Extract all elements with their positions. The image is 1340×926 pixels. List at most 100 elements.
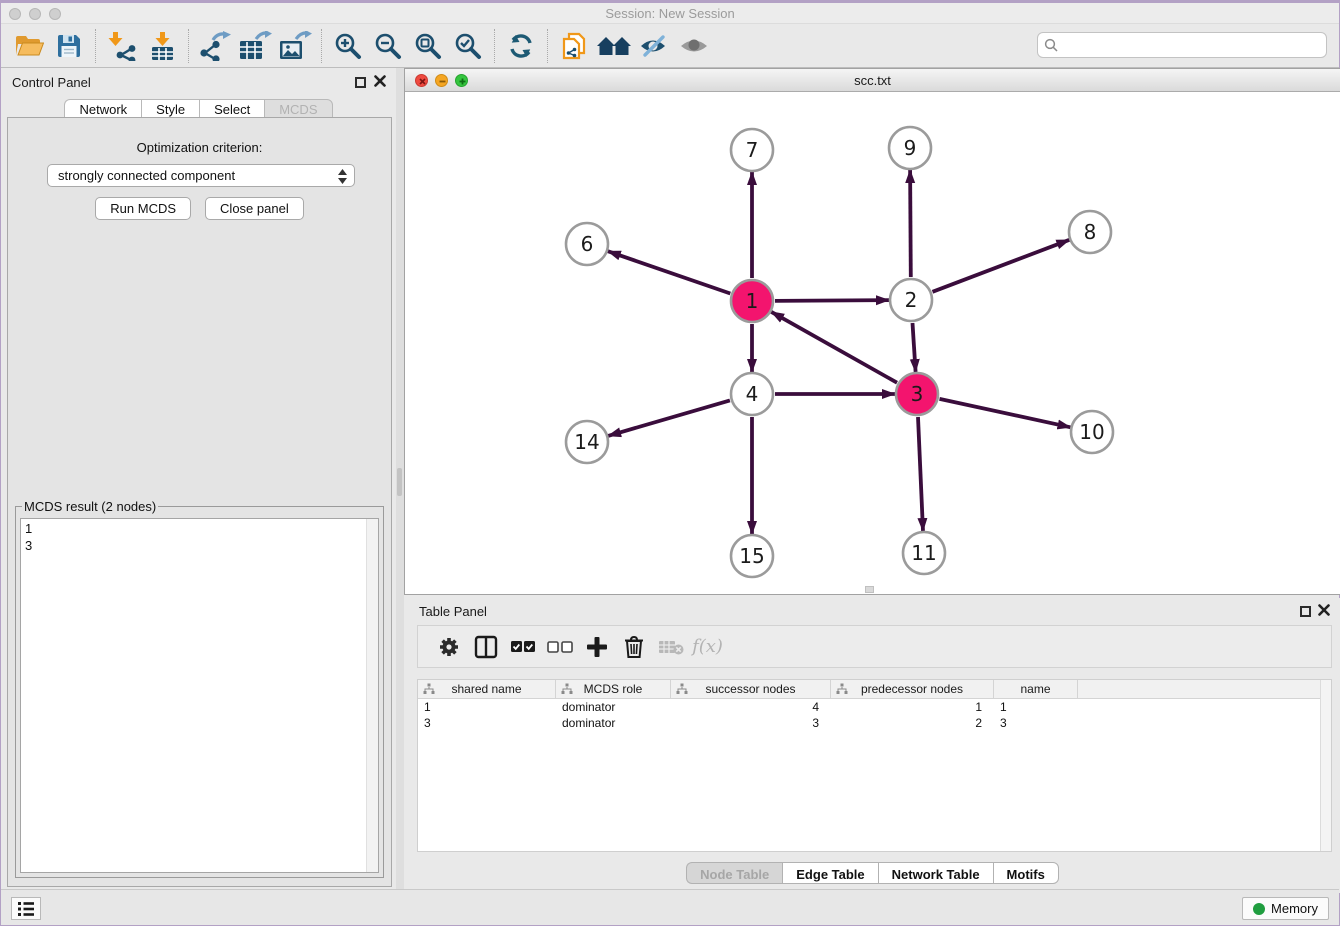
mcds-result-group: MCDS result (2 nodes) 1 3 [15, 499, 384, 878]
graph-edge-1-2[interactable] [775, 300, 889, 301]
graph-edge-3-1[interactable] [771, 312, 897, 383]
svg-text:1: 1 [746, 289, 759, 313]
graph-edge-4-14[interactable] [608, 400, 730, 436]
close-panel-icon[interactable] [374, 75, 386, 87]
export-image-icon[interactable] [275, 28, 315, 64]
open-session-icon[interactable] [9, 28, 49, 64]
graph-node-9[interactable]: 9 [889, 127, 931, 169]
column-header-successor-nodes[interactable]: successor nodes [671, 680, 831, 698]
app-title: Session: New Session [1, 6, 1339, 21]
zoom-out-icon[interactable] [368, 28, 408, 64]
status-bar: Memory [1, 889, 1339, 925]
tab-network[interactable]: Network [64, 99, 141, 118]
column-header-predecessor-nodes[interactable]: predecessor nodes [831, 680, 994, 698]
graph-node-1[interactable]: 1 [731, 280, 773, 322]
delete-table-icon[interactable] [652, 631, 689, 663]
graph-node-10[interactable]: 10 [1071, 411, 1113, 453]
zoom-selected-icon[interactable] [448, 28, 488, 64]
svg-text:6: 6 [581, 232, 594, 256]
control-panel: Control Panel Network Style Select MCDS … [1, 68, 396, 893]
graph-edge-2-3[interactable] [913, 323, 916, 372]
graph-node-6[interactable]: 6 [566, 223, 608, 265]
svg-text:9: 9 [904, 136, 917, 160]
graph-node-8[interactable]: 8 [1069, 211, 1111, 253]
graph-node-7[interactable]: 7 [731, 129, 773, 171]
float-panel-icon[interactable] [355, 77, 366, 88]
tab-edge-table[interactable]: Edge Table [782, 862, 877, 884]
svg-text:2: 2 [905, 288, 918, 312]
graph-edge-2-9[interactable] [910, 170, 911, 277]
optimization-criterion-label: Optimization criterion: [8, 140, 391, 155]
tab-select[interactable]: Select [199, 99, 264, 118]
graph-node-11[interactable]: 11 [903, 532, 945, 574]
deselect-all-rows-icon[interactable] [541, 631, 578, 663]
export-network-icon[interactable] [195, 28, 235, 64]
tab-network-table[interactable]: Network Table [878, 862, 993, 884]
clone-network-icon[interactable] [554, 28, 594, 64]
home-icon[interactable] [594, 28, 634, 64]
hide-selected-icon[interactable] [634, 28, 674, 64]
graph-edge-3-11[interactable] [918, 417, 923, 531]
dropdown-value: strongly connected component [58, 168, 235, 183]
refresh-view-icon[interactable] [501, 28, 541, 64]
graph-edge-3-10[interactable] [940, 399, 1071, 427]
run-mcds-button[interactable]: Run MCDS [95, 197, 191, 220]
graph-edge-1-6[interactable] [608, 251, 731, 293]
mcds-result-text[interactable]: 1 3 [20, 518, 379, 873]
table-vertical-scrollbar[interactable] [1320, 680, 1331, 851]
save-session-icon[interactable] [49, 28, 89, 64]
graph-edge-2-8[interactable] [933, 240, 1070, 292]
close-panel-button[interactable]: Close panel [205, 197, 304, 220]
zoom-in-icon[interactable] [328, 28, 368, 64]
search-box [1037, 32, 1327, 58]
table-toolbar: f(x) [417, 625, 1332, 668]
table-row[interactable]: 3 dominator 3 2 3 [418, 715, 1331, 731]
column-header-shared-name[interactable]: shared name [418, 680, 556, 698]
svg-text:14: 14 [574, 430, 599, 454]
column-header-name[interactable]: name [994, 680, 1078, 698]
toolbar-separator [547, 29, 548, 63]
tab-node-table[interactable]: Node Table [686, 862, 782, 884]
export-table-icon[interactable] [235, 28, 275, 64]
select-all-rows-icon[interactable] [504, 631, 541, 663]
node-table-header: shared name MCDS role [418, 680, 1331, 699]
import-network-icon[interactable] [102, 28, 142, 64]
tab-motifs[interactable]: Motifs [993, 862, 1059, 884]
optimization-criterion-dropdown[interactable]: strongly connected component [47, 164, 355, 187]
table-close-panel-icon[interactable] [1318, 604, 1330, 616]
svg-text:3: 3 [911, 382, 924, 406]
graph-node-4[interactable]: 4 [731, 373, 773, 415]
main-toolbar [1, 24, 1339, 68]
task-history-button[interactable] [11, 897, 41, 920]
svg-text:15: 15 [739, 544, 764, 568]
table-float-panel-icon[interactable] [1300, 606, 1311, 617]
tree-icon [561, 683, 573, 695]
show-all-icon[interactable] [674, 28, 714, 64]
toolbar-separator [95, 29, 96, 63]
zoom-fit-icon[interactable] [408, 28, 448, 64]
table-row[interactable]: 1 dominator 4 1 1 [418, 699, 1331, 715]
panel-split-divider[interactable] [396, 68, 404, 893]
tab-style[interactable]: Style [141, 99, 199, 118]
tab-mcds[interactable]: MCDS [264, 99, 332, 118]
function-builder-icon[interactable]: f(x) [689, 631, 726, 663]
graph-node-15[interactable]: 15 [731, 535, 773, 577]
search-input[interactable] [1037, 32, 1327, 58]
main-area: Control Panel Network Style Select MCDS … [1, 68, 1339, 893]
column-header-mcds-role[interactable]: MCDS role [556, 680, 671, 698]
table-settings-gear-icon[interactable] [430, 631, 467, 663]
memory-label: Memory [1271, 901, 1318, 916]
memory-button[interactable]: Memory [1242, 897, 1329, 920]
graph-node-14[interactable]: 14 [566, 421, 608, 463]
graph-node-3[interactable]: 3 [896, 373, 938, 415]
import-table-icon[interactable] [142, 28, 182, 64]
graph-node-2[interactable]: 2 [890, 279, 932, 321]
delete-column-trash-icon[interactable] [615, 631, 652, 663]
mcds-result-scrollbar[interactable] [366, 519, 378, 872]
mcds-result-title: MCDS result (2 nodes) [22, 499, 158, 514]
show-column-panel-icon[interactable] [467, 631, 504, 663]
network-canvas[interactable]: 1 2 3 4 6 7 8 9 10 11 14 15 [405, 92, 1340, 594]
add-column-icon[interactable] [578, 631, 615, 663]
control-panel-tabs: Network Style Select MCDS [1, 99, 396, 118]
canvas-resize-grip[interactable] [865, 586, 874, 593]
